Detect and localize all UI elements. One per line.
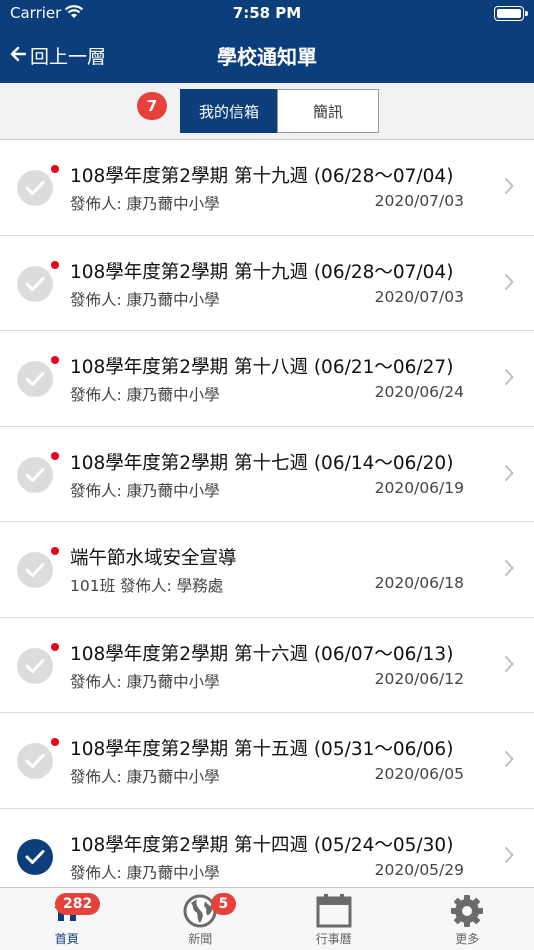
message-list: 108學年度第2學期 第十九週 (06/28～07/04) 發佈人: 康乃薾中小… (0, 140, 534, 904)
message-date: 2020/06/24 (374, 383, 464, 401)
message-date: 2020/05/29 (374, 860, 464, 879)
chevron-right-icon (504, 559, 514, 581)
unread-dot (51, 547, 59, 555)
message-title: 108學年度第2學期 第十八週 (06/21～06/27) (70, 357, 454, 378)
checkmark-icon (17, 552, 53, 588)
arrow-left-icon (10, 45, 30, 67)
chevron-right-icon (504, 177, 514, 199)
status-time: 7:58 PM (232, 4, 302, 22)
message-sender: 101班 發佈人: 學務處 (70, 577, 224, 595)
gear-icon (450, 894, 484, 932)
unread-dot (51, 451, 59, 460)
tab-more-label: 更多 (455, 932, 480, 946)
unread-dot (51, 165, 59, 173)
checkmark-icon (17, 647, 53, 684)
tab-more[interactable]: 更多 (401, 888, 534, 950)
segment-bar: 7 我的信箱 簡訊 (0, 83, 534, 140)
message-sender: 發佈人: 康乃薾中小學 (70, 290, 220, 309)
checkmark-icon (17, 456, 53, 493)
status-bar: Carrier 7:58 PM (0, 0, 534, 28)
nav-bar: 回上一層 學校通知單 (0, 28, 534, 83)
list-item[interactable]: 108學年度第2學期 第十九週 (06/28～07/04) 發佈人: 康乃薾中小… (0, 140, 534, 236)
list-item[interactable]: 108學年度第2學期 第十六週 (06/07～06/13) 發佈人: 康乃薾中小… (0, 617, 534, 713)
list-item[interactable]: 端午節水域安全宣導 101班 發佈人: 學務處 2020/06/18 (0, 522, 534, 618)
chevron-right-icon (504, 368, 514, 390)
message-sender: 發佈人: 康乃薾中小學 (70, 768, 220, 786)
message-sender: 發佈人: 康乃薾中小學 (70, 386, 220, 404)
checkmark-icon (17, 361, 53, 397)
calendar-icon (316, 894, 352, 932)
list-item[interactable]: 108學年度第2學期 第十七週 (06/14～06/20) 發佈人: 康乃薾中小… (0, 426, 534, 522)
message-title: 108學年度第2學期 第十九週 (06/28～07/04) (70, 261, 454, 283)
tab-home[interactable]: 282 首頁 (0, 888, 134, 950)
message-date: 2020/06/18 (374, 574, 464, 592)
list-item[interactable]: 108學年度第2學期 第十八週 (06/21～06/27) 發佈人: 康乃薾中小… (0, 331, 534, 427)
chevron-right-icon (504, 655, 514, 677)
back-button[interactable]: 回上一層 (10, 42, 106, 69)
checkmark-read-icon (17, 838, 53, 875)
tab-news-label: 新聞 (188, 932, 213, 946)
checkmark-icon (17, 743, 53, 779)
list-item[interactable]: 108學年度第2學期 第十九週 (06/28～07/04) 發佈人: 康乃薾中小… (0, 235, 534, 331)
checkmark-icon (17, 170, 53, 206)
message-date: 2020/06/19 (374, 478, 464, 497)
message-title: 108學年度第2學期 第十七週 (06/14～06/20) (70, 452, 454, 474)
unread-dot (51, 356, 59, 364)
battery-icon (494, 6, 528, 21)
tab-calendar[interactable]: 行事曆 (267, 888, 401, 950)
inbox-unread-badge: 7 (137, 92, 167, 120)
message-title: 108學年度第2學期 第十五週 (05/31～06/06) (70, 739, 454, 760)
message-title: 108學年度第2學期 第十九週 (06/28～07/04) (70, 166, 454, 187)
tab-inbox[interactable]: 我的信箱 (180, 89, 278, 133)
news-badge: 5 (210, 893, 237, 915)
unread-dot (51, 738, 59, 746)
chevron-right-icon (504, 750, 514, 772)
home-badge: 282 (55, 893, 101, 915)
list-item[interactable]: 108學年度第2學期 第十五週 (05/31～06/06) 發佈人: 康乃薾中小… (0, 713, 534, 809)
unread-dot (51, 642, 59, 651)
checkmark-icon (17, 265, 53, 302)
message-date: 2020/06/05 (374, 765, 464, 783)
message-title: 端午節水域安全宣導 (70, 548, 237, 569)
tab-news[interactable]: 5 新聞 (134, 888, 268, 950)
message-sender: 發佈人: 康乃薾中小學 (70, 195, 220, 213)
message-date: 2020/06/12 (374, 669, 464, 688)
message-title: 108學年度第2學期 第十六週 (06/07～06/13) (70, 643, 454, 665)
chevron-right-icon (504, 846, 514, 868)
message-sender: 發佈人: 康乃薾中小學 (70, 481, 220, 500)
tab-calendar-label: 行事曆 (315, 932, 352, 946)
message-date: 2020/07/03 (374, 287, 464, 306)
message-title: 108學年度第2學期 第十四週 (05/24～05/30) (70, 834, 454, 856)
message-sender: 發佈人: 康乃薾中小學 (70, 672, 220, 691)
tab-home-label: 首頁 (54, 932, 79, 946)
unread-dot (51, 260, 59, 269)
tab-bar: 282 首頁 5 新聞 行事曆 更多 (0, 887, 534, 950)
chevron-right-icon (504, 273, 514, 295)
back-label: 回上一層 (30, 46, 107, 68)
chevron-right-icon (504, 464, 514, 486)
message-date: 2020/07/03 (374, 192, 464, 210)
message-sender: 發佈人: 康乃薾中小學 (70, 863, 220, 882)
tab-sms[interactable]: 簡訊 (277, 89, 379, 133)
